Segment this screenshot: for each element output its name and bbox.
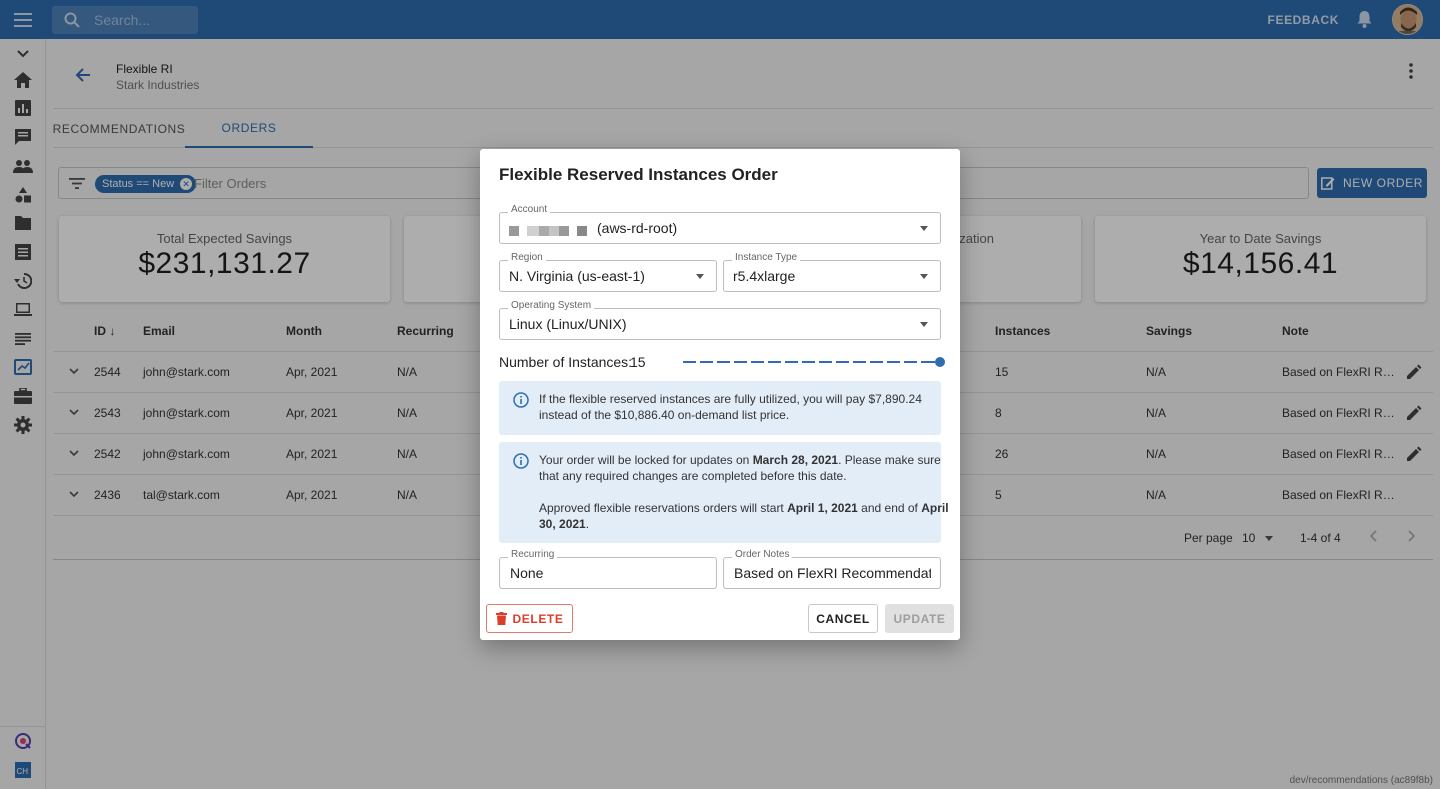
instance-type-select[interactable]: Instance Type r5.4xlarge: [723, 252, 941, 292]
pricing-info-line2: instead of the $10,886.40 on-demand list…: [539, 408, 790, 422]
delete-button[interactable]: DELETE: [486, 604, 573, 633]
os-label: Operating System: [508, 300, 595, 311]
end-date-part1: April: [921, 501, 949, 515]
num-instances-value: 15: [630, 354, 646, 370]
trash-icon: [495, 612, 507, 625]
num-instances-slider[interactable]: [683, 357, 945, 367]
instance-type-value: r5.4xlarge: [733, 268, 796, 284]
delete-label: DELETE: [512, 611, 564, 626]
account-label: Account: [508, 204, 551, 215]
schedule-info-line2: 30, 2021.: [539, 517, 590, 531]
order-notes-value: Based on FlexRI Recommendations: [734, 565, 931, 581]
dropdown-caret-icon: [920, 274, 928, 279]
recurring-field[interactable]: Recurring None: [499, 549, 717, 589]
start-date: April 1, 2021: [787, 501, 858, 515]
lock-date-info-box: Your order will be locked for updates on…: [499, 442, 949, 543]
num-instances-label: Number of Instances:: [499, 354, 633, 370]
recurring-label: Recurring: [508, 549, 558, 560]
region-select[interactable]: Region N. Virginia (us-east-1): [499, 252, 717, 292]
lock-info-line2: that any required changes are completed …: [539, 469, 847, 483]
update-button[interactable]: UPDATE: [885, 604, 954, 633]
region-value: N. Virginia (us-east-1): [509, 268, 645, 284]
operating-system-select[interactable]: Operating System Linux (Linux/UNIX): [499, 300, 941, 340]
instance-type-label: Instance Type: [732, 252, 801, 263]
dialog-title: Flexible Reserved Instances Order: [499, 165, 778, 184]
end-date-part2: 30, 2021: [539, 517, 586, 531]
pricing-info-box: If the flexible reserved instances are f…: [499, 381, 941, 435]
account-select[interactable]: Account (aws-rd-root): [499, 204, 941, 244]
region-label: Region: [508, 252, 546, 263]
info-icon: [513, 392, 529, 413]
order-dialog: Flexible Reserved Instances Order Accoun…: [480, 149, 960, 640]
schedule-info-line1: Approved flexible reservations orders wi…: [539, 501, 949, 515]
redacted-account-id: [509, 221, 597, 237]
recurring-value: None: [510, 565, 544, 581]
lock-date: March 28, 2021: [752, 453, 839, 467]
cancel-button[interactable]: CANCEL: [808, 604, 878, 633]
dropdown-caret-icon: [920, 322, 928, 327]
dropdown-caret-icon: [920, 226, 928, 231]
lock-info-line1: Your order will be locked for updates on…: [539, 453, 941, 467]
os-value: Linux (Linux/UNIX): [509, 316, 627, 332]
account-value: (aws-rd-root): [509, 220, 677, 237]
info-icon: [513, 453, 529, 474]
order-notes-label: Order Notes: [732, 549, 793, 560]
account-alias: (aws-rd-root): [597, 220, 678, 236]
dropdown-caret-icon: [696, 274, 704, 279]
pricing-info-line1: If the flexible reserved instances are f…: [539, 392, 922, 406]
slider-thumb[interactable]: [935, 357, 945, 367]
order-notes-field[interactable]: Order Notes Based on FlexRI Recommendati…: [723, 549, 941, 589]
